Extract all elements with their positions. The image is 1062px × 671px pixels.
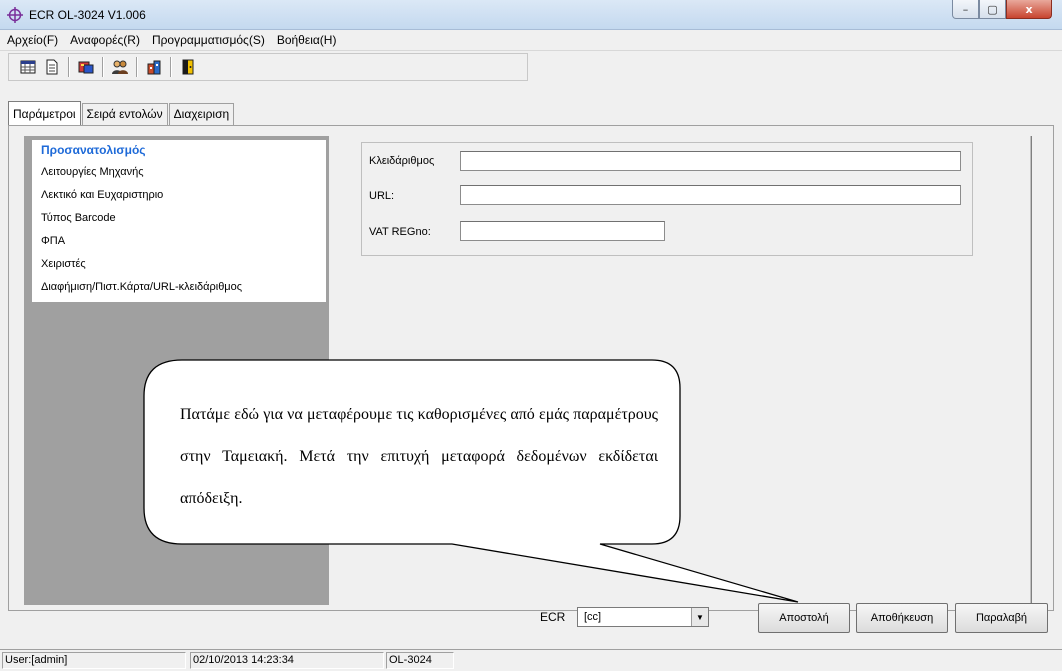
users-icon — [112, 60, 128, 74]
toolbar — [8, 53, 528, 81]
app-window: ECR OL-3024 V1.006 – ▢ x Αρχείο(F) Αναφο… — [0, 0, 1062, 671]
toolbar-separator — [136, 57, 138, 77]
nav-heading-orientation[interactable]: Προσανατολισμός — [32, 140, 326, 160]
nav-item-machine-functions[interactable]: Λειτουργίες Μηχανής — [32, 160, 326, 184]
vat-label: VAT REGno: — [369, 226, 431, 238]
menu-programming[interactable]: Προγραμματισμός(S) — [145, 30, 270, 51]
menu-bar: Αρχείο(F) Αναφορές(R) Προγραμματισμός(S)… — [0, 30, 1062, 51]
vat-input[interactable] — [460, 221, 665, 241]
window-controls: – ▢ x — [952, 0, 1052, 22]
ecr-select[interactable]: [cc] ▼ — [577, 607, 709, 627]
ecr-select-value: [cc] — [584, 611, 602, 623]
chevron-down-icon[interactable]: ▼ — [691, 608, 708, 626]
status-datetime: 02/10/2013 14:23:34 — [190, 652, 384, 669]
maximize-button[interactable]: ▢ — [979, 0, 1006, 19]
building-icon — [147, 60, 161, 75]
save-button[interactable]: Αποθήκευση — [856, 603, 948, 633]
menu-file[interactable]: Αρχείο(F) — [0, 30, 63, 51]
document-icon — [46, 59, 58, 75]
nav-item-barcode-type[interactable]: Τύπος Barcode — [32, 207, 326, 230]
crosshair-app-icon — [7, 7, 23, 23]
nav-item-text-thanks[interactable]: Λεκτικό και Ευχαριστηριο — [32, 184, 326, 207]
nav-item-vat[interactable]: ΦΠΑ — [32, 230, 326, 253]
tab-parameters[interactable]: Παράμετροι — [8, 101, 81, 126]
toolbar-separator — [102, 57, 104, 77]
toolbar-separator — [170, 57, 172, 77]
status-bar: User:[admin] 02/10/2013 14:23:34 OL-3024 — [0, 649, 1062, 671]
nav-list: Προσανατολισμός Λειτουργίες Μηχανής Λεκτ… — [32, 140, 326, 302]
callout-text: Πατάμε εδώ για να μεταφέρουμε τις καθορι… — [180, 406, 658, 507]
status-user: User:[admin] — [2, 652, 186, 669]
card-reader-icon — [78, 61, 94, 74]
send-button[interactable]: Αποστολή — [758, 603, 850, 633]
exit-door-icon — [182, 59, 194, 75]
ecr-label: ECR — [540, 610, 566, 624]
key-label: Κλειδάριθμος — [369, 155, 435, 167]
window-title: ECR OL-3024 V1.006 — [29, 8, 146, 22]
url-input[interactable] — [460, 185, 961, 205]
close-button[interactable]: x — [1006, 0, 1052, 19]
spreadsheet-icon — [20, 60, 36, 74]
key-input[interactable] — [460, 151, 961, 171]
toolbar-separator — [68, 57, 70, 77]
tab-management[interactable]: Διαχειριση — [168, 103, 235, 125]
card-reader-button[interactable] — [75, 56, 97, 78]
panel-divider — [1030, 136, 1032, 606]
menu-help[interactable]: Βοήθεια(H) — [270, 30, 342, 51]
receive-button[interactable]: Παραλαβή — [955, 603, 1048, 633]
menu-reports[interactable]: Αναφορές(R) — [63, 30, 145, 51]
url-label: URL: — [369, 190, 395, 202]
exit-button[interactable] — [177, 56, 199, 78]
tab-strip: Παράμετροι Σειρά εντολών Διαχειριση — [8, 101, 235, 126]
minimize-button[interactable]: – — [952, 0, 979, 19]
building-button[interactable] — [143, 56, 165, 78]
tab-command-sequence[interactable]: Σειρά εντολών — [81, 103, 168, 125]
document-button[interactable] — [41, 56, 63, 78]
spreadsheet-button[interactable] — [17, 56, 39, 78]
title-bar[interactable]: ECR OL-3024 V1.006 – ▢ x — [0, 0, 1062, 30]
nav-item-operators[interactable]: Χειριστές — [32, 253, 326, 276]
users-button[interactable] — [109, 56, 131, 78]
nav-item-advertising-card-url[interactable]: Διαφήμιση/Πιστ.Κάρτα/URL-κλειδάριθμος — [32, 276, 326, 299]
status-model: OL-3024 — [386, 652, 454, 669]
